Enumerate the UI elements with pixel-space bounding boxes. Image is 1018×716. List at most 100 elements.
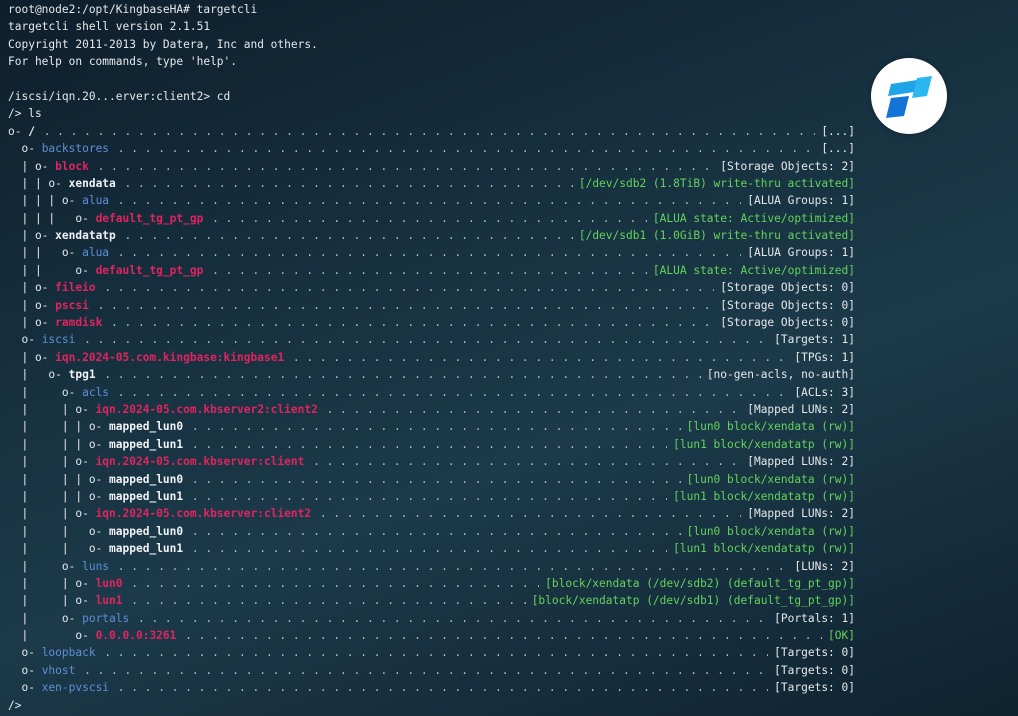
tree-node-info: [Storage Objects: 0] xyxy=(720,298,855,312)
tree-branch: | | | o- xyxy=(8,437,110,451)
tree-node-info: [OK] xyxy=(828,629,855,643)
tree-row: | | o- xendata [/dev/sdb2 (1.8TiB) write-… xyxy=(8,175,1008,192)
tree-node-name: xendatatp xyxy=(55,229,116,243)
tree-leader-dots: . . . . . . . . . . . . . . . . . . . . … xyxy=(137,611,765,625)
tree-row: | o- luns [LUNs: 2] . . . . . . . . . . .… xyxy=(8,558,1008,575)
tree-leader-dots: . . . . . . . . . . . . . . . . . . . . … xyxy=(191,437,667,451)
tree-leader-dots: . . . . . . . . . . . . . . . . . . . . … xyxy=(319,507,741,521)
tree-row: | | | o- mapped_lun0 [lun0 block/xendata … xyxy=(8,471,1008,488)
tree-node-info: [Storage Objects: 0] xyxy=(720,316,855,330)
tree-node-name: xen-pvscsi xyxy=(41,681,110,695)
tree-branch: | | | o- xyxy=(8,420,110,434)
tree-node-info: [Targets: 0] xyxy=(774,681,855,695)
tree-node-name: tpg1 xyxy=(68,368,96,382)
tree-leader-dots: . . . . . . . . . . . . . . . . . . . . … xyxy=(117,681,768,695)
tree-branch: o- xyxy=(8,646,42,660)
tree-node-name: loopback xyxy=(41,646,96,660)
tree-node: | o- tpg1 xyxy=(8,366,96,383)
tree-row: | | | o- alua [ALUA Groups: 1] . . . . . … xyxy=(8,192,1008,209)
header-line: For help on commands, type 'help'. xyxy=(8,55,238,69)
tree-branch: | | | o- xyxy=(8,472,110,486)
tree-branch: | | o- xyxy=(8,524,110,538)
tree-leader-dots: . . . . . . . . . . . . . . . . . . . . … xyxy=(84,333,765,347)
tree-leader-dots: . . . . . . . . . . . . . . . . . . . . … xyxy=(117,142,812,156)
tree-branch: o- xyxy=(8,124,29,138)
tree-leader-dots: . . . . . . . . . . . . . . . . . . . . … xyxy=(104,281,714,295)
tree-branch: | | | o- xyxy=(8,194,83,208)
tree-leader-dots: . . . . . . . . . . . . . . . . . . . . … xyxy=(111,316,711,330)
tree-node: | o- acls xyxy=(8,384,109,401)
tree-node-info: [Mapped LUNs: 2] xyxy=(747,402,855,416)
tree-row: o- / [...] . . . . . . . . . . . . . . . … xyxy=(8,123,1008,140)
tree-node: | o- iqn.2024-05.com.kingbase:kingbase1 xyxy=(8,349,284,366)
tree-leader-dots: . . . . . . . . . . . . . . . . . . . . … xyxy=(191,542,667,556)
tree-node-info: [/dev/sdb2 (1.8TiB) write-thru activated… xyxy=(578,176,855,190)
tree-branch: | | o- xyxy=(8,263,96,277)
tree-branch: | | o- xyxy=(8,594,96,608)
tree-node-info: [ALUA Groups: 1] xyxy=(747,246,855,260)
prompt-line: /> ls xyxy=(8,107,42,121)
tree-node-name: ramdisk xyxy=(55,316,103,330)
tree-leader-dots: . . . . . . . . . . . . . . . . . . . . … xyxy=(191,472,681,486)
tree-row: o- xen-pvscsi [Targets: 0] . . . . . . . … xyxy=(8,679,1008,696)
tree-node-info: [lun1 block/xendatatp (rw)] xyxy=(673,542,855,556)
tree-node-name: alua xyxy=(82,246,110,260)
tree-node-name: default_tg_pt_gp xyxy=(95,263,204,277)
tree-branch: | o- xyxy=(8,229,56,243)
tree-node: | | o- xendata xyxy=(8,175,115,192)
tree-node-info: [Storage Objects: 2] xyxy=(720,159,855,173)
brand-logo-icon-graphic xyxy=(886,76,932,118)
tree-node-info: [Targets: 0] xyxy=(774,646,855,660)
tree-node-name: mapped_lun0 xyxy=(109,524,184,538)
tree-node-info: [Storage Objects: 0] xyxy=(720,281,855,295)
tree-node-name: default_tg_pt_gp xyxy=(95,211,204,225)
tree-node-info: [ALUA state: Active/optimized] xyxy=(652,263,855,277)
tree-row: | o- fileio [Storage Objects: 0] . . . . … xyxy=(8,279,1008,296)
tree-node-info: [lun1 block/xendatatp (rw)] xyxy=(673,489,855,503)
tree-leader-dots: . . . . . . . . . . . . . . . . . . . . … xyxy=(124,229,573,243)
tree-row: | o- tpg1 [no-gen-acls, no-auth] . . . . … xyxy=(8,366,1008,383)
tree-node-info: [block/xendatatp (/dev/sdb1) (default_tg… xyxy=(531,594,855,608)
tree-node: | o- portals xyxy=(8,610,129,627)
tree-branch: | o- xyxy=(8,159,56,173)
tree-node-info: [...] xyxy=(821,142,855,156)
tree-node-info: [ACLs: 3] xyxy=(794,385,855,399)
tree-leader-dots: . . . . . . . . . . . . . . . . . . . . … xyxy=(43,124,816,138)
tree-node: | o- ramdisk xyxy=(8,314,102,331)
tree-node: o- iscsi xyxy=(8,331,75,348)
tree-branch: | | o- xyxy=(8,176,69,190)
tree-row: | | | o- mapped_lun0 [lun0 block/xendata … xyxy=(8,418,1008,435)
tree-node-info: [lun0 block/xendata (rw)] xyxy=(686,472,855,486)
tree-row: o- loopback [Targets: 0] . . . . . . . . … xyxy=(8,644,1008,661)
tree-row: | | | o- mapped_lun1 [lun1 block/xendatat… xyxy=(8,436,1008,453)
tree-node-info: [Targets: 1] xyxy=(774,333,855,347)
tree-node-name: backstores xyxy=(41,142,110,156)
header-line: root@node2:/opt/KingbaseHA# targetcli xyxy=(8,3,258,16)
tree-leader-dots: . . . . . . . . . . . . . . . . . . . . … xyxy=(117,194,741,208)
tree-leader-dots: . . . . . . . . . . . . . . . . . . . . … xyxy=(212,211,647,225)
tree-row: | | o- lun0 [block/xendata (/dev/sdb2) (d… xyxy=(8,575,1008,592)
tree-node: | o- block xyxy=(8,158,88,175)
tree-node-info: [/dev/sdb1 (1.0GiB) write-thru activated… xyxy=(578,229,855,243)
tree-row: | o- portals [Portals: 1] . . . . . . . .… xyxy=(8,610,1008,627)
tree-node-name: mapped_lun1 xyxy=(109,489,184,503)
tree-branch: | | | o- xyxy=(8,211,96,225)
header-line: targetcli shell version 2.1.51 xyxy=(8,20,211,34)
tree-node-name: mapped_lun1 xyxy=(109,542,184,556)
tree-node: | | o- mapped_lun0 xyxy=(8,523,183,540)
tree-leader-dots: . . . . . . . . . . . . . . . . . . . . … xyxy=(131,594,525,608)
tree-leader-dots: . . . . . . . . . . . . . . . . . . . . … xyxy=(104,368,701,382)
tree-node-info: [Targets: 0] xyxy=(774,663,855,677)
tree-node-name: iscsi xyxy=(41,333,76,347)
tree-row: | | o- alua [ALUA Groups: 1] . . . . . . … xyxy=(8,244,1008,261)
tree-node: | | | o- alua xyxy=(8,192,109,209)
prompt-line: /iscsi/iqn.20...erver:client2> cd xyxy=(8,89,231,103)
tree-node-name: iqn.2024-05.com.kbserver:client xyxy=(95,455,305,469)
tree-row: | | o- iqn.2024-05.com.kbserver:client2 [… xyxy=(8,505,1008,522)
tree-node: | o- fileio xyxy=(8,279,95,296)
tree-leader-dots: . . . . . . . . . . . . . . . . . . . . … xyxy=(117,385,785,399)
brand-logo-icon xyxy=(871,58,947,134)
tree-node-name: / xyxy=(28,124,35,138)
tree-row: o- iscsi [Targets: 1] . . . . . . . . . .… xyxy=(8,331,1008,348)
